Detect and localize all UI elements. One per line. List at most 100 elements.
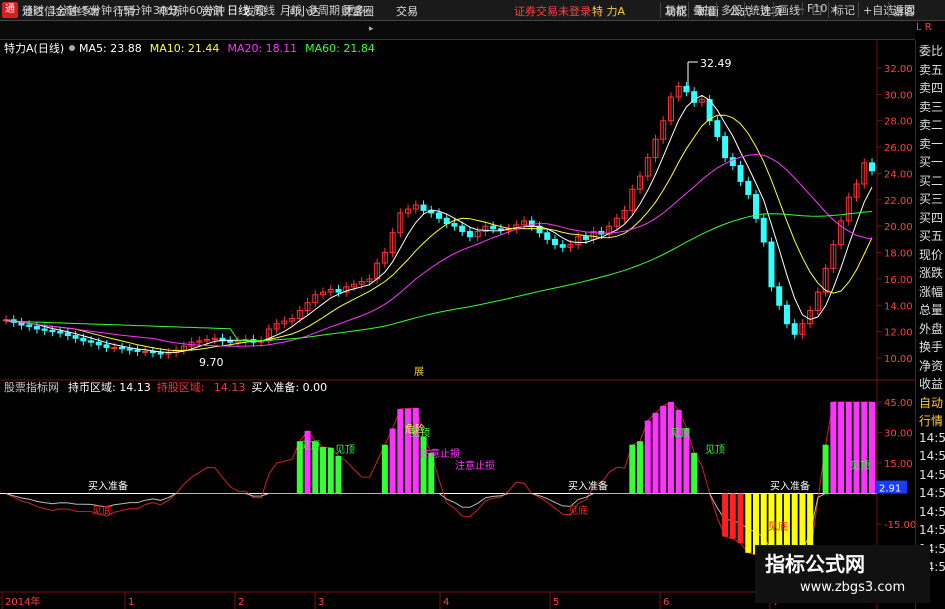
tool-statistics[interactable]: 统计	[744, 2, 771, 18]
login-warning[interactable]: 证券交易未登录	[514, 3, 591, 19]
candle	[466, 230, 473, 238]
signal-bar	[737, 493, 744, 544]
candle	[103, 344, 110, 348]
price-tick-label: 10.00	[884, 354, 913, 365]
period-daily[interactable]: 日线	[227, 2, 249, 18]
quote-label: 涨跌	[919, 266, 944, 280]
signal-bar	[729, 493, 736, 539]
signal-bar	[745, 493, 752, 553]
quote-label: 买二	[919, 173, 944, 188]
signal-label: 见顶	[335, 444, 355, 456]
period-more[interactable]: 更多	[343, 2, 365, 18]
signal-bar	[675, 410, 682, 494]
kline-chart[interactable]: 32.00 30.00 28.00 26.00 24.00 22.00 20.00 18.00…	[0, 40, 915, 609]
period-monthly[interactable]: 月线	[280, 2, 302, 18]
candle	[227, 340, 234, 343]
price-tick-label: 18.00	[884, 249, 913, 260]
signal-bar	[327, 447, 334, 494]
tool-mark[interactable]: 标记	[828, 2, 855, 18]
date-label: 4	[443, 597, 449, 608]
period-5min[interactable]: 5分钟	[83, 2, 112, 18]
signal-bar	[845, 402, 852, 494]
signal-bar	[320, 447, 327, 494]
main-legend-items: MA5: 23.88 MA10: 21.44 MA20: 18.11 MA60: 21…	[79, 42, 375, 55]
high-label: 32.49	[700, 57, 732, 70]
candle	[57, 331, 64, 334]
indicator-legend-item: 持股区域:	[157, 380, 208, 394]
date-label: 1	[128, 597, 134, 608]
candle	[80, 337, 87, 342]
chevron-right-icon[interactable]: ▸	[369, 24, 374, 34]
quote-label: 买五	[919, 229, 944, 243]
indicator-legend-item: 买入准备: 0.00	[251, 380, 327, 394]
candle	[869, 162, 875, 172]
signal-label: 见顶	[410, 428, 430, 440]
candle	[791, 323, 798, 335]
indicator-tick-label: 15.00	[884, 459, 913, 470]
date-label: 6	[663, 597, 669, 608]
date-label: 5	[553, 597, 559, 608]
quote-label: 14:5	[919, 430, 945, 445]
period-weekly[interactable]: 周线	[253, 2, 275, 18]
signal-bar	[420, 436, 427, 494]
signal-bar	[869, 402, 875, 494]
quote-label: 14:5	[919, 467, 945, 482]
candle	[783, 304, 790, 325]
candle	[111, 346, 118, 349]
signal-bar	[660, 405, 667, 494]
candle	[544, 232, 551, 240]
signal-label: 见顶	[850, 460, 870, 472]
candle	[745, 180, 752, 196]
signal-label: 见顶	[670, 428, 690, 440]
signal-bar	[822, 444, 829, 494]
quote-label: 换手	[919, 340, 944, 354]
quote-label: 卖三	[919, 99, 944, 114]
quote-label: 收益	[919, 377, 944, 391]
quote-label: 买四	[919, 210, 944, 225]
period-multi[interactable]: 多周期	[307, 2, 340, 18]
tool-multi-stock[interactable]: 多股	[716, 2, 743, 18]
signal-label: 见底	[568, 504, 588, 517]
period-30min[interactable]: 30分钟	[153, 2, 189, 18]
signal-label: 见顶	[300, 440, 320, 452]
candle	[335, 288, 342, 293]
period-15min[interactable]: 15分钟	[116, 2, 152, 18]
quote-label: 14:5	[919, 504, 945, 519]
candle	[737, 165, 744, 182]
candle	[551, 238, 558, 246]
candle	[41, 328, 48, 331]
candle	[490, 225, 497, 230]
candle	[722, 136, 729, 159]
tool-back[interactable]: 返回	[888, 2, 915, 18]
signal-label: 见顶	[705, 444, 725, 456]
candle	[451, 223, 458, 227]
tool-f10[interactable]: F10	[802, 2, 827, 15]
menu-trade[interactable]: 交易	[396, 3, 418, 19]
period-1min[interactable]: 1分钟	[50, 2, 79, 18]
signal-bar	[637, 441, 644, 494]
signal-label: 注意止损	[420, 447, 460, 460]
price-tick-label: 16.00	[884, 275, 913, 286]
quote-label: 买一	[919, 155, 944, 169]
quote-label: 涨幅	[919, 284, 944, 299]
tool-restore-rights[interactable]: 复权	[660, 2, 687, 18]
price-tick-label: 20.00	[884, 222, 913, 233]
ma-legend-item: MA10: 21.44	[150, 42, 220, 55]
ma-legend-item: MA20: 18.11	[227, 42, 297, 55]
period-60min[interactable]: 60分钟	[189, 2, 225, 18]
signal-label: 见底	[768, 520, 788, 533]
period-timeshare[interactable]: 分时	[22, 2, 44, 18]
price-tick-label: 12.00	[884, 328, 913, 339]
signal-bar	[838, 402, 845, 494]
signal-bar	[335, 455, 342, 494]
indicator-tick-label: 45.00	[884, 398, 913, 409]
app-logo-icon: 通	[2, 2, 18, 18]
sub-legend-items: 持币区域: 14.13 持股区域: 14.13 买入准备: 0.00	[68, 380, 327, 394]
quote-label: 自动	[919, 395, 944, 410]
quote-label: 卖四	[919, 81, 944, 95]
candle	[118, 346, 125, 350]
candle	[49, 329, 56, 333]
tool-draw-line[interactable]: 画线	[773, 2, 800, 18]
quote-label: 卖二	[919, 118, 944, 132]
tool-overlay[interactable]: 叠加	[688, 2, 715, 18]
